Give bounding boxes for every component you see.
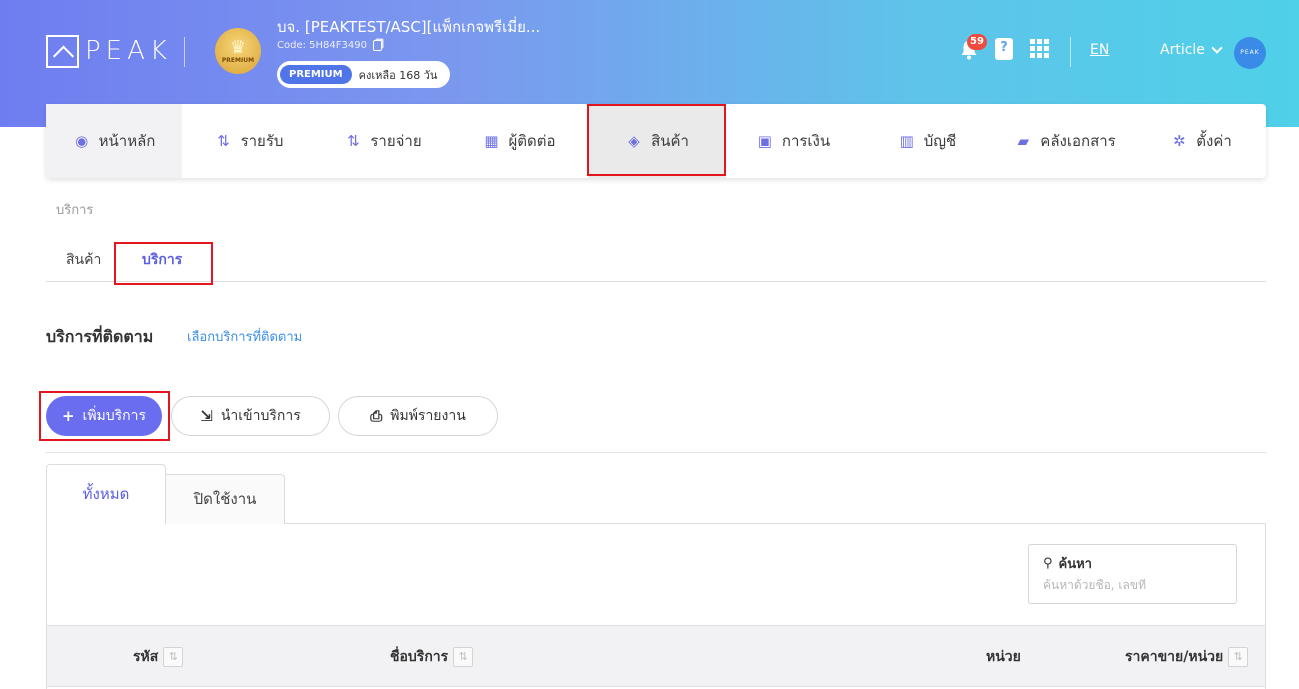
nav-item-home[interactable]: ◉ หน้าหลัก (46, 104, 182, 178)
column-label: ราคาขาย/หน่วย (1125, 649, 1224, 665)
header-divider (184, 37, 185, 67)
dashboard-icon: ◉ (75, 132, 89, 150)
company-code: Code: 5H84F3490 (277, 40, 382, 51)
column-header-unit: หน่วย (986, 646, 1021, 668)
section-title: บริการที่ติดตาม (46, 327, 154, 346)
company-code-text: Code: 5H84F3490 (277, 40, 367, 51)
highlight-box-add-button (39, 391, 170, 441)
company-name[interactable]: บจ. [PEAKTEST/ASC][แพ็กเกจพรีเมี่ย... (277, 15, 540, 39)
nav-item-finance[interactable]: ▣ การเงิน (726, 104, 860, 178)
search-input[interactable] (1043, 578, 1223, 592)
sort-icon[interactable]: ⇅ (1228, 647, 1249, 667)
nav-item-accounts[interactable]: ▥ บัญชี (860, 104, 994, 178)
tab-all[interactable]: ทั้งหมด (46, 464, 166, 524)
sort-icon[interactable]: ⇅ (453, 647, 474, 667)
nav-item-contacts[interactable]: ▦ ผู้ติดต่อ (450, 104, 588, 178)
logo-mark-icon (46, 34, 79, 68)
crown-icon: ♛ (229, 36, 247, 58)
column-label: รหัส (133, 649, 159, 665)
peak-logo[interactable]: PEAK (46, 34, 172, 68)
plan-remaining: คงเหลือ 168 วัน (358, 68, 438, 82)
apps-grid-icon[interactable] (1030, 39, 1050, 59)
nav-label: ผู้ติดต่อ (508, 132, 556, 150)
column-header-code[interactable]: รหัส ⇅ (133, 646, 184, 668)
import-service-label: นำเข้าบริการ (220, 408, 301, 424)
tab-products[interactable]: สินค้า (66, 243, 101, 282)
user-avatar[interactable]: PEAK (1234, 37, 1266, 69)
search-icon: ⚲ (1043, 556, 1053, 571)
nav-item-expense[interactable]: ⇅ รายจ่าย (316, 104, 450, 178)
folder-icon: ▰ (1017, 132, 1030, 150)
expense-icon: ⇅ (347, 132, 360, 150)
nav-label: หน้าหลัก (98, 132, 156, 150)
user-menu[interactable]: Article (1160, 42, 1223, 58)
column-label: หน่วย (986, 649, 1021, 665)
nav-label: คลังเอกสาร (1040, 132, 1116, 150)
chevron-down-icon (1211, 42, 1223, 54)
print-report-label: พิมพ์รายงาน (390, 408, 466, 424)
ledger-icon: ▥ (899, 132, 914, 150)
select-tracked-services-link[interactable]: เลือกบริการที่ติดตาม (187, 326, 302, 347)
printer-icon: ⎙ (370, 407, 383, 425)
help-book-icon[interactable]: ? (995, 38, 1013, 60)
column-header-price[interactable]: ราคาขาย/หน่วย ⇅ (1125, 646, 1249, 668)
highlight-box-tab-services (114, 242, 213, 285)
column-header-service-name[interactable]: ชื่อบริการ ⇅ (390, 646, 474, 668)
sub-tabs: สินค้า บริการ (46, 243, 1266, 282)
search-box[interactable]: ⚲ ค้นหา (1028, 544, 1237, 604)
divider (46, 452, 1266, 453)
user-name: Article (1160, 42, 1205, 58)
import-service-button[interactable]: ⇲ นำเข้าบริการ (171, 396, 330, 436)
plan-status-pill[interactable]: PREMIUM คงเหลือ 168 วัน (277, 61, 450, 88)
language-switch[interactable]: EN (1090, 42, 1109, 58)
import-icon: ⇲ (200, 407, 213, 425)
nav-label: บัญชี (923, 132, 957, 150)
notification-count-badge: 59 (967, 34, 987, 50)
nav-label: รายจ่าย (370, 132, 422, 150)
nav-label: การเงิน (781, 132, 831, 150)
company-avatar[interactable]: ♛ PREMIUM (215, 28, 261, 74)
nav-item-documents[interactable]: ▰ คลังเอกสาร (994, 104, 1136, 178)
column-label: ชื่อบริการ (390, 649, 449, 665)
nav-item-income[interactable]: ⇅ รายรับ (182, 104, 316, 178)
logo-text: PEAK (85, 36, 172, 66)
nav-item-settings[interactable]: ✲ ตั้งค่า (1136, 104, 1266, 178)
company-avatar-label: PREMIUM (221, 56, 255, 64)
nav-label: ตั้งค่า (1196, 132, 1232, 150)
search-label-text: ค้นหา (1058, 557, 1092, 572)
plan-tag: PREMIUM (280, 65, 352, 84)
income-icon: ⇅ (217, 132, 230, 150)
print-report-button[interactable]: ⎙ พิมพ์รายงาน (338, 396, 498, 436)
contacts-icon: ▦ (484, 132, 499, 150)
money-icon: ▣ (757, 132, 772, 150)
tab-disabled[interactable]: ปิดใช้งาน (165, 474, 285, 524)
sort-icon[interactable]: ⇅ (163, 647, 184, 667)
copy-icon[interactable] (372, 40, 382, 51)
breadcrumb[interactable]: บริการ (56, 199, 93, 220)
header-divider-right (1070, 37, 1071, 67)
search-label: ⚲ ค้นหา (1043, 553, 1222, 574)
gear-icon: ✲ (1172, 132, 1186, 150)
table-header: รหัส ⇅ ชื่อบริการ ⇅ หน่วย ราคาขาย/หน่วย … (47, 625, 1265, 687)
highlight-box-nav-products (587, 104, 726, 176)
nav-label: รายรับ (240, 132, 284, 150)
